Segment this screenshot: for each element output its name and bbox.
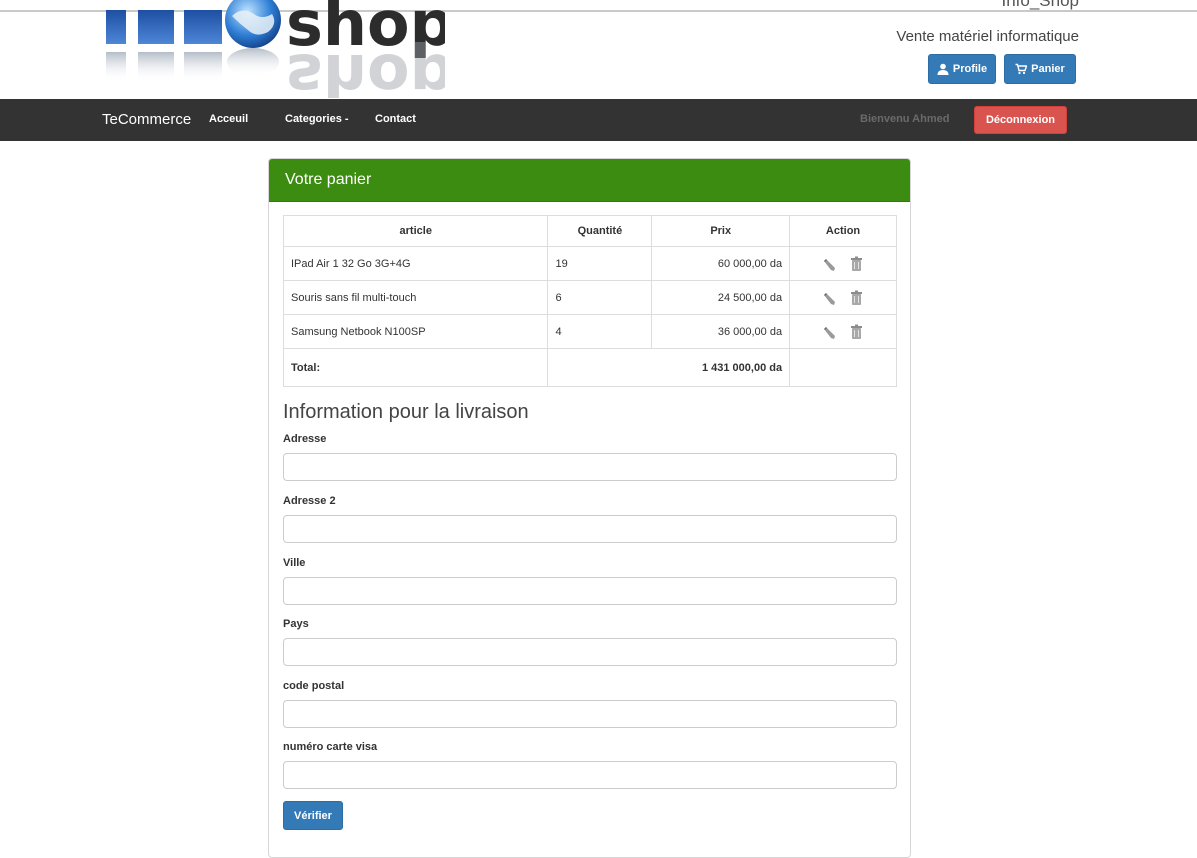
cell-actions (789, 246, 897, 281)
cart-button[interactable]: Panier (1004, 54, 1076, 84)
site-tagline: Vente matériel informatique (896, 28, 1079, 45)
trash-icon[interactable] (849, 324, 864, 340)
adresse2-input[interactable] (283, 515, 897, 543)
adresse2-label: Adresse 2 (283, 495, 336, 507)
table-row: IPad Air 1 32 Go 3G+4G 19 60 000,00 da (282, 246, 897, 281)
logo-graphic: shop shop (106, 0, 445, 98)
code-postal-input[interactable] (283, 700, 897, 728)
navbar-brand[interactable]: TeCommerce (102, 111, 191, 128)
edit-pencil-icon[interactable] (822, 324, 837, 340)
svg-text:shop: shop (286, 40, 445, 98)
cart-button-label: Panier (1031, 63, 1065, 75)
cart-panel: Votre panier article Quantité Prix Actio… (268, 158, 911, 858)
carte-visa-input[interactable] (283, 761, 897, 789)
column-header-action: Action (789, 215, 897, 247)
nav-dropdown-categories[interactable]: Categories - (285, 113, 349, 125)
total-empty-cell (789, 348, 897, 387)
carte-visa-label: numéro carte visa (283, 741, 378, 753)
user-icon (937, 63, 949, 75)
column-header-quantite: Quantité (547, 215, 653, 247)
cell-actions (789, 280, 897, 315)
table-total-row: Total: 1 431 000,00 da (282, 348, 897, 387)
edit-pencil-icon[interactable] (822, 290, 837, 306)
verify-button[interactable]: Vérifier (283, 801, 343, 830)
edit-pencil-icon[interactable] (822, 256, 837, 272)
total-value: 1 431 000,00 da (547, 348, 791, 387)
cell-actions (789, 314, 897, 349)
ville-label: Ville (283, 557, 306, 569)
trash-icon[interactable] (849, 256, 864, 272)
adresse-label: Adresse (283, 433, 327, 445)
cell-article: IPad Air 1 32 Go 3G+4G (282, 246, 549, 281)
profile-button-label: Profile (952, 63, 988, 75)
shopping-cart-icon (1015, 63, 1028, 75)
column-header-prix: Prix (651, 215, 791, 247)
panel-title: Votre panier (269, 159, 910, 202)
pays-label: Pays (283, 618, 309, 630)
table-row: Souris sans fil multi-touch 6 24 500,00 … (282, 280, 897, 315)
cell-prix: 36 000,00 da (651, 314, 791, 349)
cell-prix: 60 000,00 da (651, 246, 791, 281)
delivery-section-title: Information pour la livraison (283, 401, 529, 423)
total-label: Total: (282, 348, 549, 387)
code-postal-label: code postal (283, 680, 345, 692)
table-header-row: article Quantité Prix Action (282, 215, 897, 247)
nav-link-contact[interactable]: Contact (375, 113, 416, 125)
cell-article: Samsung Netbook N100SP (282, 314, 549, 349)
cart-table: article Quantité Prix Action IPad Air 1 … (282, 215, 897, 387)
table-row: Samsung Netbook N100SP 4 36 000,00 da (282, 314, 897, 349)
ville-input[interactable] (283, 577, 897, 605)
trash-icon[interactable] (849, 290, 864, 306)
pays-input[interactable] (283, 638, 897, 666)
profile-button[interactable]: Profile (928, 54, 996, 84)
site-logo[interactable]: shop shop (100, 0, 445, 98)
main-navbar: TeCommerce Acceuil Categories - Contact … (0, 99, 1197, 141)
cell-prix: 24 500,00 da (651, 280, 791, 315)
cell-quantite: 4 (547, 314, 653, 349)
logout-button[interactable]: Déconnexion (974, 106, 1067, 134)
cell-quantite: 6 (547, 280, 653, 315)
adresse-input[interactable] (283, 453, 897, 481)
cell-article: Souris sans fil multi-touch (282, 280, 549, 315)
column-header-article: article (282, 215, 549, 247)
site-name: Info_Shop (1001, 0, 1079, 10)
nav-link-accueil[interactable]: Acceuil (209, 113, 248, 125)
welcome-message: Bienvenu Ahmed (860, 113, 950, 125)
cell-quantite: 19 (547, 246, 653, 281)
